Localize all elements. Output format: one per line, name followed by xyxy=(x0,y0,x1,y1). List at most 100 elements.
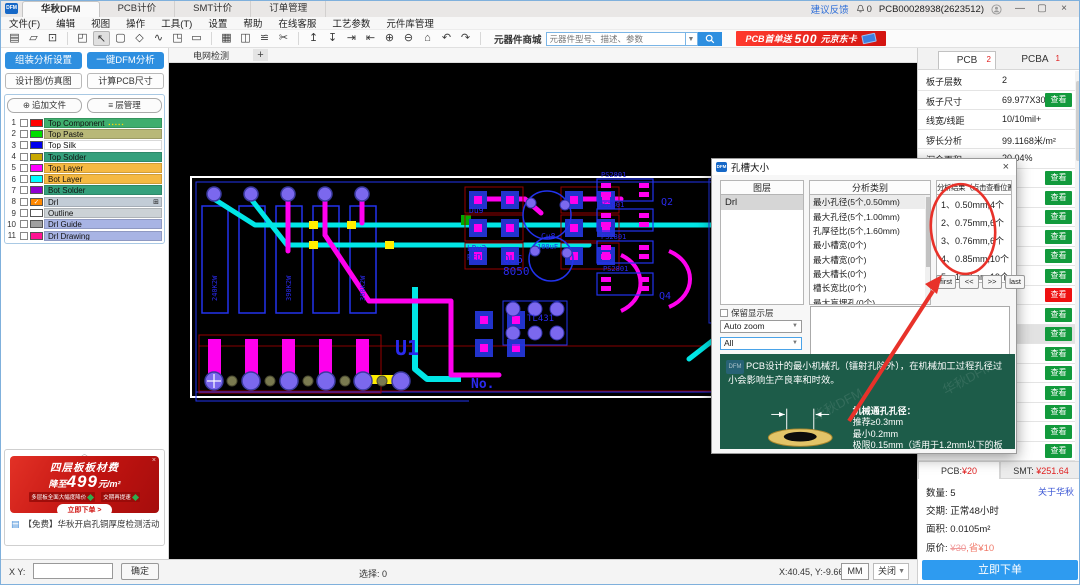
view-button[interactable]: 查看 xyxy=(1045,444,1072,458)
view-button[interactable]: 查看 xyxy=(1045,210,1072,224)
about-link[interactable]: 关于华秋 xyxy=(1038,485,1074,498)
layer-row-top-paste[interactable]: 2Top Paste xyxy=(7,128,162,139)
view-button[interactable]: 查看 xyxy=(1045,386,1072,400)
layer-checkbox[interactable] xyxy=(20,198,28,206)
layer-color-swatch[interactable] xyxy=(30,232,43,240)
new-tab-button[interactable]: + xyxy=(253,49,268,61)
pad-right-icon[interactable]: ⇤ xyxy=(362,31,379,46)
view-button[interactable]: 查看 xyxy=(1045,288,1072,302)
zoom-in-icon[interactable]: ⊕ xyxy=(381,31,398,46)
news-item[interactable]: ▤ 【免费】华秋开启孔铜厚度检测活动 xyxy=(5,513,164,530)
route-icon[interactable]: ∿ xyxy=(150,31,167,46)
layer-checkbox[interactable] xyxy=(20,232,28,240)
menu-item-1[interactable]: 编辑 xyxy=(48,16,83,30)
one-click-dfm-button[interactable]: 一键DFM分析 xyxy=(87,52,164,69)
layer-checkbox[interactable] xyxy=(20,220,28,228)
compare-icon[interactable]: ≌ xyxy=(256,31,273,46)
assembly-analysis-settings-button[interactable]: 组装分析设置 xyxy=(5,52,82,69)
layer-color-swatch[interactable] xyxy=(30,220,43,228)
view-button[interactable]: 查看 xyxy=(1045,230,1072,244)
layer-color-swatch[interactable] xyxy=(30,119,43,127)
pad-left-icon[interactable]: ⇥ xyxy=(343,31,360,46)
view-button[interactable]: 查看 xyxy=(1045,93,1072,107)
layer-row-top-silk[interactable]: 3Top Silk xyxy=(7,140,162,151)
result-item-1[interactable]: 2、0.75mm,6个 xyxy=(937,213,1011,231)
layer-row-outline[interactable]: 9Outline xyxy=(7,207,162,218)
layer-row-drl-guide[interactable]: 10Drl Guide xyxy=(7,219,162,230)
layer-color-swatch[interactable]: ✓ xyxy=(30,198,43,206)
right-scrollbar[interactable] xyxy=(1075,71,1080,461)
result-item-2[interactable]: 3、0.76mm,6个 xyxy=(937,231,1011,249)
layer-checkbox[interactable] xyxy=(20,164,28,172)
user-avatar[interactable] xyxy=(991,4,1002,15)
notification-bell[interactable]: 0 xyxy=(856,4,872,15)
unit-button[interactable]: MM xyxy=(841,563,869,580)
search-button[interactable] xyxy=(698,32,722,46)
zoom-out-icon[interactable]: ⊖ xyxy=(400,31,417,46)
view-button[interactable]: 查看 xyxy=(1045,249,1072,263)
align-bottom-icon[interactable]: ↧ xyxy=(324,31,341,46)
layer-checkbox[interactable] xyxy=(20,141,28,149)
menu-item-9[interactable]: 元件库管理 xyxy=(378,16,442,30)
next-button[interactable]: >> xyxy=(982,275,1002,289)
ad-banner[interactable]: × 四层板板材费 降至499元/m² 多层板全面大幅度降价 交期再提速 立即下单… xyxy=(10,456,159,513)
tab-pcb[interactable]: PCB2 xyxy=(938,51,996,69)
category-scrollbar[interactable] xyxy=(925,195,930,304)
view-button[interactable]: 查看 xyxy=(1045,308,1072,322)
export-icon[interactable]: ⊡ xyxy=(44,31,61,46)
filter-select[interactable]: All▼ xyxy=(720,337,802,350)
append-file-button[interactable]: ⊕追加文件 xyxy=(7,98,82,113)
price-tab-pcb[interactable]: PCB:¥20 xyxy=(918,461,1000,479)
last-button[interactable]: last xyxy=(1005,275,1025,289)
select-cursor-icon[interactable]: ↖ xyxy=(93,31,110,46)
layer-row-bot-layer[interactable]: 6Bot Layer xyxy=(7,173,162,184)
view-button[interactable]: 查看 xyxy=(1045,425,1072,439)
menu-item-6[interactable]: 帮助 xyxy=(235,16,270,30)
layer-row-drl-drawing[interactable]: 11Drl Drawing xyxy=(7,230,162,241)
layer-color-swatch[interactable] xyxy=(30,175,43,183)
menu-item-4[interactable]: 工具(T) xyxy=(153,16,200,30)
view-button[interactable]: 查看 xyxy=(1045,327,1072,341)
redo-icon[interactable]: ↷ xyxy=(457,31,474,46)
feedback-link[interactable]: 建议反馈 xyxy=(811,2,849,16)
confirm-button[interactable]: 确定 xyxy=(121,563,159,580)
layer-checkbox[interactable] xyxy=(20,186,28,194)
ad-close-icon[interactable]: × xyxy=(152,457,156,464)
layer-row-top-layer[interactable]: 5Top Layer xyxy=(7,162,162,173)
undo-icon[interactable]: ↶ xyxy=(438,31,455,46)
expand-grid-icon[interactable]: ⊞ xyxy=(153,198,159,207)
canvas-tab-grid-check[interactable]: 电网检测 xyxy=(169,49,239,62)
category-item-0[interactable]: 最小孔径(5个,0.50mm) xyxy=(810,195,930,209)
zoom-select[interactable]: Auto zoom▼ xyxy=(720,320,802,333)
category-item-4[interactable]: 最大槽宽(0个) xyxy=(810,253,930,267)
category-item-6[interactable]: 槽长宽比(0个) xyxy=(810,281,930,295)
prev-button[interactable]: << xyxy=(959,275,979,289)
marquee-select-icon[interactable]: ▢ xyxy=(112,31,129,46)
ad-order-button[interactable]: 立即下单 > xyxy=(57,504,111,513)
layer-checkbox[interactable] xyxy=(20,153,28,161)
titlebar-tab-2[interactable]: SMT计价 xyxy=(175,1,251,17)
dialog-close-icon[interactable]: × xyxy=(1000,161,1012,173)
menu-item-8[interactable]: 工艺参数 xyxy=(324,16,378,30)
calc-pcb-size-button[interactable]: 计算PCB尺寸 xyxy=(87,73,164,89)
layer-row-top-solder[interactable]: 4Top Solder xyxy=(7,151,162,162)
menu-item-0[interactable]: 文件(F) xyxy=(1,16,48,30)
promo-banner[interactable]: PCB首单送 500 元京东卡 xyxy=(736,31,886,46)
align-top-icon[interactable]: ↥ xyxy=(305,31,322,46)
titlebar-tab-3[interactable]: 订单管理 xyxy=(251,1,326,17)
result-item-0[interactable]: 1、0.50mm,4个 xyxy=(937,195,1011,213)
home-icon[interactable]: ⌂ xyxy=(419,31,436,46)
save-icon[interactable]: ▤ xyxy=(6,31,23,46)
maximize-button[interactable]: ▢ xyxy=(1031,1,1053,17)
measure-icon[interactable]: ▭ xyxy=(188,31,205,46)
view-button[interactable]: 查看 xyxy=(1045,269,1072,283)
parts-search-input[interactable] xyxy=(546,32,686,46)
layer-color-swatch[interactable] xyxy=(30,186,43,194)
layer-manager-button[interactable]: ≡层管理 xyxy=(87,98,162,113)
menu-item-2[interactable]: 视图 xyxy=(83,16,118,30)
view-button[interactable]: 查看 xyxy=(1045,366,1072,380)
search-dropdown-caret[interactable]: ▼ xyxy=(686,32,698,46)
menu-item-7[interactable]: 在线客服 xyxy=(270,16,324,30)
layer-color-swatch[interactable] xyxy=(30,164,43,172)
layer-checkbox[interactable] xyxy=(20,175,28,183)
